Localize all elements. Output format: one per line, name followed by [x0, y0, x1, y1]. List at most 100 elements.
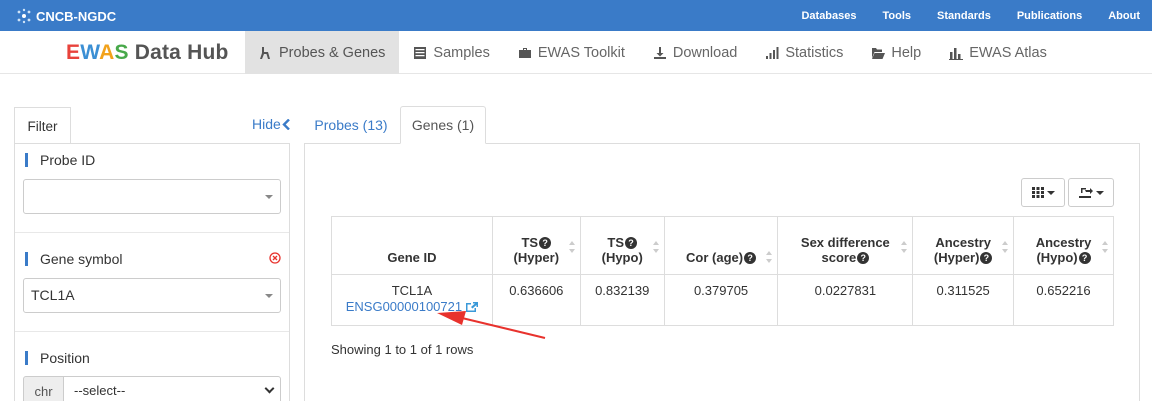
gene-symbol-text: TCL1A [391, 283, 433, 298]
cncb-logo-icon [17, 8, 31, 24]
question-circle-icon[interactable]: ? [744, 252, 757, 264]
menu-label: Help [891, 44, 922, 61]
columns-toggle-button[interactable] [1021, 178, 1065, 207]
external-link-icon [466, 302, 479, 312]
caret-down-icon [1046, 190, 1055, 195]
ensembl-link[interactable]: ENSG00000100721 [332, 299, 492, 314]
hide-label: Hide [252, 116, 281, 132]
sort-icon[interactable] [766, 251, 773, 263]
sort-icon[interactable] [568, 241, 575, 253]
title-rest: Data Hub [128, 41, 229, 64]
ensembl-id-text: ENSG00000100721 [345, 299, 463, 314]
cell-sex-difference: 0.0227831 [777, 274, 914, 326]
download-icon [653, 46, 666, 59]
top-link-standards[interactable]: Standards [937, 10, 991, 22]
cncb-brand[interactable]: CNCB-NGDC [16, 8, 116, 24]
menu-label: Download [672, 44, 738, 61]
header-label: TS [607, 235, 625, 250]
title-letter-s: S [114, 41, 129, 64]
brand-label: CNCB-NGDC [36, 8, 117, 24]
header-label: Sex difference [800, 235, 890, 250]
sort-icon[interactable] [1002, 241, 1009, 253]
header-label: Cor (age) [686, 250, 744, 265]
top-bar: CNCB-NGDC Databases Tools Standards Publ… [0, 0, 1152, 31]
filter-tab[interactable]: Filter [14, 107, 71, 144]
cell-ts-hypo: 0.832139 [579, 274, 665, 326]
menu-label: Samples [433, 44, 490, 61]
sort-icon[interactable] [1102, 241, 1108, 253]
question-circle-icon[interactable]: ? [539, 237, 552, 249]
probe-id-select[interactable] [23, 179, 281, 214]
menu-label: Statistics [785, 44, 844, 61]
menu-download[interactable]: Download [639, 31, 752, 74]
menu-help[interactable]: Help [857, 31, 935, 74]
header-sublabel: (Hypo) [1036, 250, 1078, 265]
cell-ancestry-hyper: 0.311525 [912, 274, 1015, 326]
column-header-gene-id: Gene ID [331, 216, 493, 275]
menu-samples[interactable]: Samples [399, 31, 503, 74]
column-header-sex-difference[interactable]: Sex difference score? [777, 216, 914, 275]
title-letter-w: W [80, 41, 100, 64]
briefcase-icon [518, 47, 531, 58]
tab-probes[interactable]: Probes (13) [306, 106, 396, 144]
pagination-summary: Showing 1 to 1 of 1 rows [331, 342, 474, 357]
sort-icon[interactable] [901, 241, 908, 253]
tab-genes[interactable]: Genes (1) [400, 106, 486, 144]
cell-ancestry-hypo: 0.652216 [1013, 274, 1114, 326]
cell-gene-id: TCL1A ENSG00000100721 [331, 274, 493, 326]
main-menu: Probes & Genes Samples EWAS Toolkit Down… [245, 31, 1061, 74]
filter-panel: Probe ID Gene symbol TCL1A Position chr … [14, 143, 290, 401]
clear-circle-icon[interactable] [269, 252, 281, 264]
title-letter-a: A [99, 41, 115, 64]
top-link-about[interactable]: About [1108, 10, 1140, 22]
question-circle-icon[interactable]: ? [1078, 252, 1091, 264]
header-sublabel: (Hyper) [513, 250, 560, 265]
menu-label: EWAS Atlas [969, 44, 1047, 61]
hide-sidebar-link[interactable]: Hide [252, 116, 291, 132]
top-nav-links: Databases Tools Standards Publications A… [801, 0, 1152, 31]
menu-label: EWAS Toolkit [537, 44, 625, 61]
top-link-publications[interactable]: Publications [1017, 10, 1082, 22]
list-icon [414, 46, 427, 59]
header-label: Ancestry [935, 235, 991, 250]
menu-ewas-toolkit[interactable]: EWAS Toolkit [504, 31, 639, 74]
app-title[interactable]: EWAS Data Hub [66, 41, 229, 65]
menu-probes-genes[interactable]: Probes & Genes [245, 31, 400, 74]
sort-icon[interactable] [652, 241, 659, 253]
position-label: Position [25, 351, 90, 365]
header-label: Gene ID [387, 250, 437, 265]
caret-down-icon [265, 294, 273, 298]
top-link-tools[interactable]: Tools [883, 10, 912, 22]
column-header-ts-hypo[interactable]: TS? (Hypo) [579, 216, 665, 275]
column-header-cor-age[interactable]: Cor (age)? [663, 216, 779, 275]
menu-label: Probes & Genes [279, 44, 386, 61]
divider [15, 331, 289, 332]
gene-symbol-select[interactable]: TCL1A [23, 278, 281, 313]
top-link-databases[interactable]: Databases [801, 10, 856, 22]
gene-symbol-label: Gene symbol [25, 252, 122, 266]
header-sublabel: (Hyper) [933, 250, 980, 265]
caret-down-icon [1095, 190, 1104, 195]
branch-icon [260, 46, 270, 59]
folder-open-icon [872, 47, 886, 59]
chr-addon: chr [23, 376, 64, 401]
divider [15, 232, 289, 233]
probe-id-label: Probe ID [25, 153, 95, 167]
column-header-ts-hyper[interactable]: TS? (Hyper) [491, 216, 581, 275]
main-nav: EWAS Data Hub Probes & Genes Samples EWA… [0, 31, 1152, 74]
column-header-ancestry-hyper[interactable]: Ancestry (Hyper)? [912, 216, 1015, 275]
header-label: TS [521, 235, 539, 250]
header-label: Ancestry [1035, 235, 1092, 250]
chevron-left-icon [282, 118, 290, 131]
question-circle-icon[interactable]: ? [625, 237, 638, 249]
export-button[interactable] [1068, 178, 1114, 207]
cell-cor-age: 0.379705 [663, 274, 779, 326]
chromosome-select[interactable]: --select-- [64, 376, 281, 401]
question-circle-icon[interactable]: ? [980, 252, 993, 264]
question-circle-icon[interactable]: ? [857, 252, 870, 264]
column-header-ancestry-hypo[interactable]: Ancestry (Hypo)? [1013, 216, 1114, 275]
menu-statistics[interactable]: Statistics [751, 31, 857, 74]
chevron-down-icon [264, 383, 275, 394]
menu-ewas-atlas[interactable]: EWAS Atlas [935, 31, 1061, 74]
chromosome-select-value: --select-- [74, 383, 126, 398]
